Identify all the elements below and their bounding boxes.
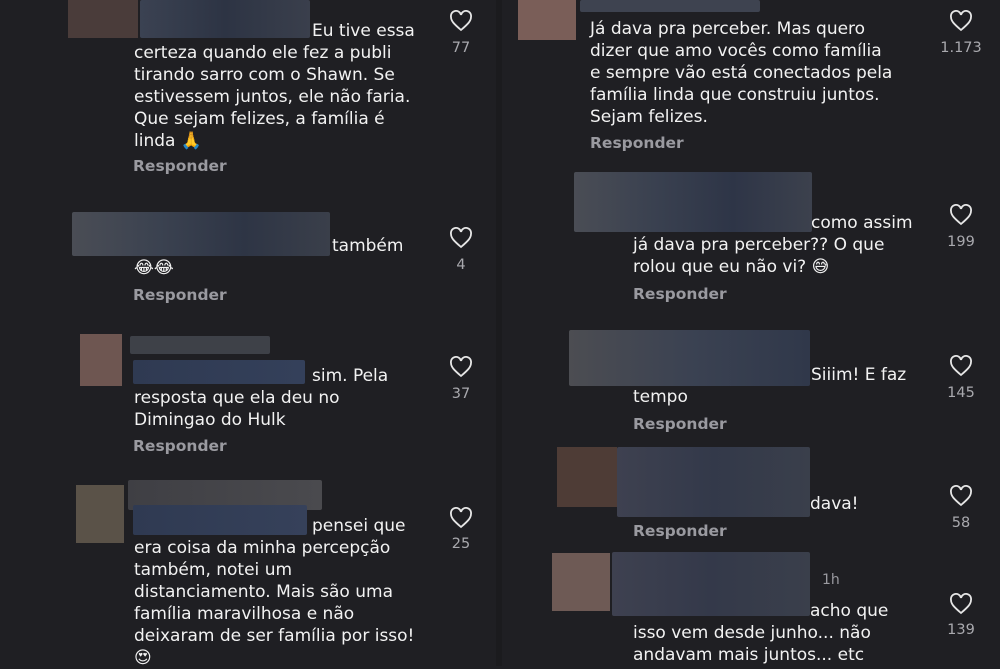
comment-timestamp: 1h: [822, 572, 840, 588]
like-button[interactable]: [937, 485, 985, 507]
comment-text: também 😂😂: [134, 236, 404, 278]
username-blur: [130, 336, 270, 354]
heart-icon: [450, 507, 472, 529]
avatar[interactable]: [68, 0, 138, 38]
reply-button[interactable]: Responder: [633, 285, 727, 303]
heart-icon: [950, 593, 972, 615]
like-count: 1.173: [940, 40, 982, 56]
reply-button[interactable]: Responder: [633, 522, 727, 540]
like-count: 139: [947, 622, 975, 638]
like-count: 77: [451, 40, 471, 56]
reply-button[interactable]: Responder: [133, 157, 227, 175]
username-blur: [580, 0, 760, 12]
like-count: 58: [951, 515, 971, 531]
like-count: 25: [451, 536, 471, 552]
reply-button[interactable]: Responder: [590, 134, 684, 152]
reply-button[interactable]: Responder: [133, 437, 227, 455]
avatar[interactable]: [80, 334, 122, 386]
like-button[interactable]: [937, 10, 985, 32]
comment-text: como assim já dava pra perceber?? O que …: [633, 213, 913, 277]
comment-text: pensei que era coisa da minha percepção …: [134, 516, 415, 668]
like-button[interactable]: [437, 227, 485, 249]
avatar[interactable]: [552, 553, 610, 611]
comment-text: sim. Pela resposta que ela deu no Diming…: [134, 366, 389, 430]
like-button[interactable]: [437, 10, 485, 32]
avatar[interactable]: [557, 447, 617, 507]
comment-text: Já dava pra perceber. Mas quero dizer qu…: [590, 19, 893, 127]
column-divider: [496, 0, 502, 666]
heart-icon: [450, 10, 472, 32]
avatar[interactable]: [76, 485, 124, 543]
like-button[interactable]: [937, 355, 985, 377]
heart-icon: [950, 485, 972, 507]
heart-icon: [950, 10, 972, 32]
username-blur: [617, 447, 810, 517]
like-button[interactable]: [437, 356, 485, 378]
reply-button[interactable]: Responder: [633, 415, 727, 433]
comment-text: dava!: [810, 494, 859, 514]
like-count: 199: [947, 234, 975, 250]
avatar[interactable]: [518, 0, 576, 40]
heart-icon: [950, 204, 972, 226]
like-button[interactable]: [437, 507, 485, 529]
comment-text: acho que isso vem desde junho... não and…: [633, 601, 889, 665]
like-count: 37: [451, 386, 471, 402]
like-button[interactable]: [937, 593, 985, 615]
comment-text: Eu tive essa certeza quando ele fez a pu…: [134, 21, 415, 151]
heart-icon: [950, 355, 972, 377]
like-count: 4: [456, 257, 466, 273]
like-count: 145: [947, 385, 975, 401]
comment-text: Siiim! E faz tempo: [633, 365, 907, 407]
heart-icon: [450, 227, 472, 249]
reply-button[interactable]: Responder: [133, 286, 227, 304]
heart-icon: [450, 356, 472, 378]
like-button[interactable]: [937, 204, 985, 226]
